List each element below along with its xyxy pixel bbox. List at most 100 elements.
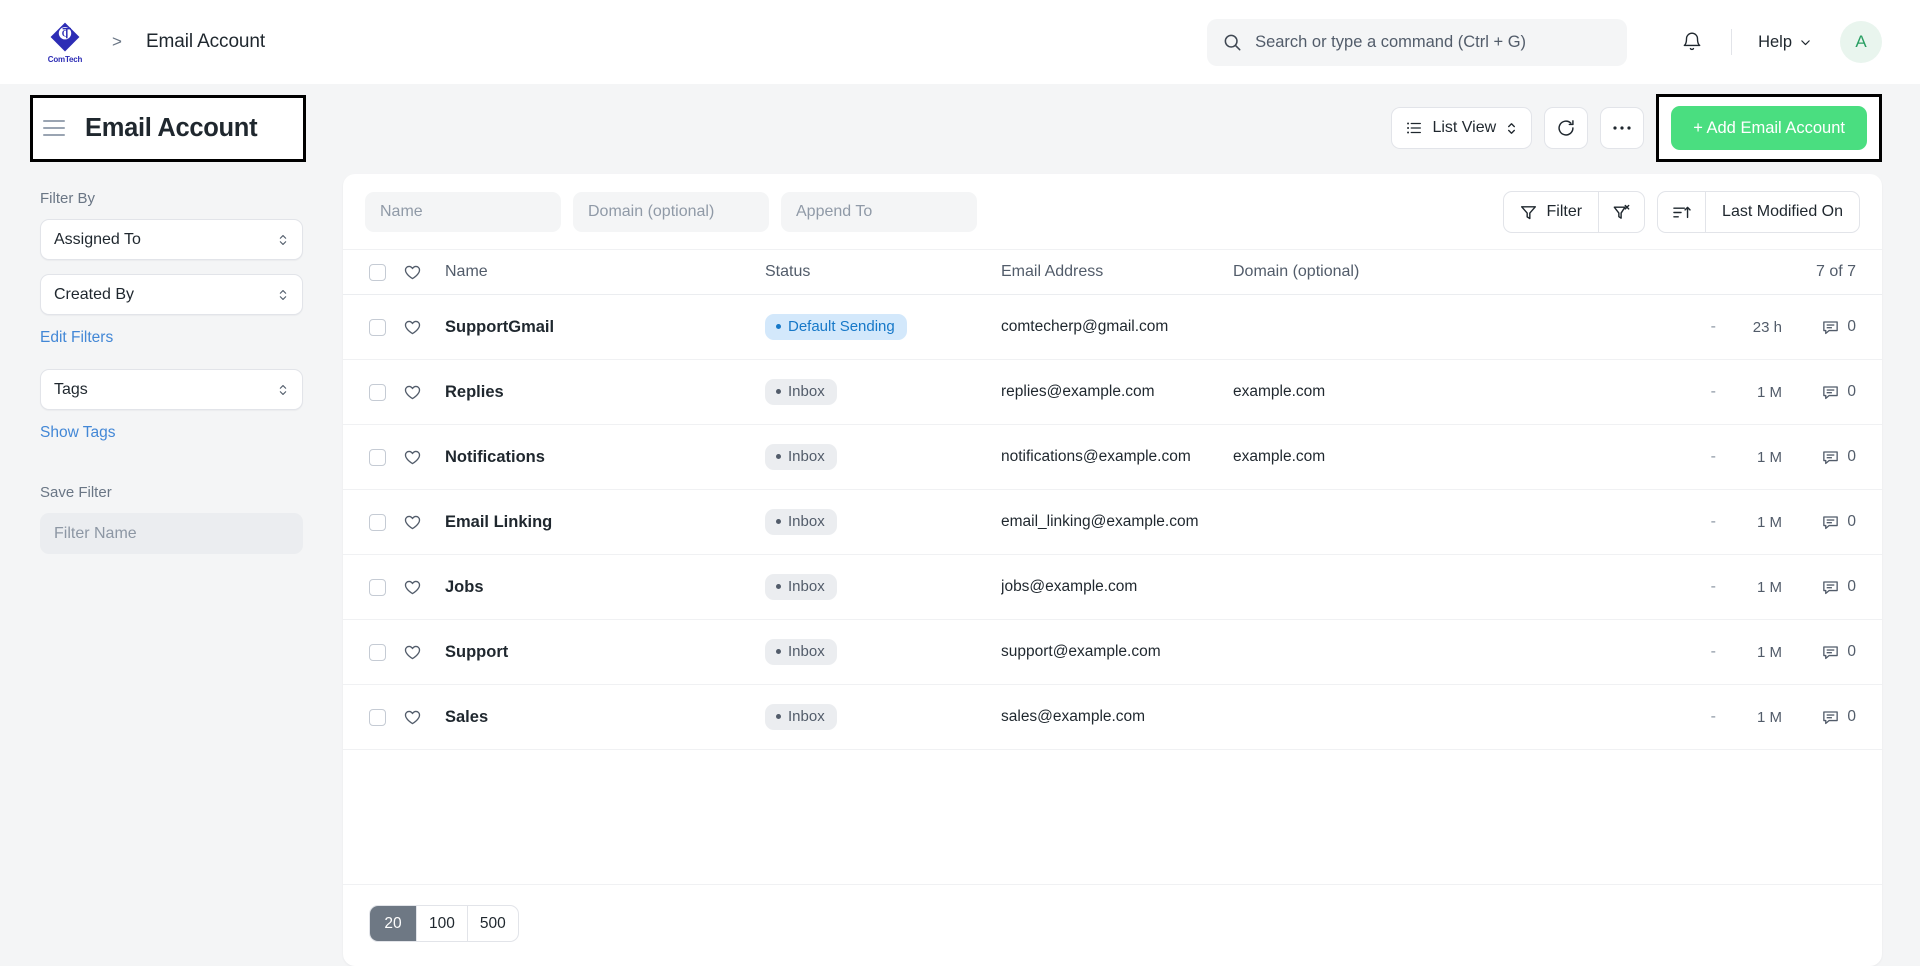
row-comments[interactable]: 0: [1782, 318, 1856, 337]
heart-icon[interactable]: [403, 448, 422, 467]
row-count: 7 of 7: [1815, 263, 1856, 280]
table-row[interactable]: Notifications Inbox notifications@example.…: [343, 425, 1882, 490]
row-select-cell[interactable]: [369, 513, 403, 531]
table-row[interactable]: Email Linking Inbox email_linking@example.…: [343, 490, 1882, 555]
clear-filter-button[interactable]: [1599, 192, 1644, 232]
app-logo[interactable]: C ComTech: [40, 15, 90, 69]
row-email-cell: sales@example.com: [1001, 708, 1233, 726]
breadcrumb-current[interactable]: Email Account: [146, 31, 265, 53]
help-label: Help: [1758, 32, 1792, 51]
row-comments[interactable]: 0: [1782, 383, 1856, 402]
name-header[interactable]: Name: [445, 263, 765, 281]
breadcrumb-separator: >: [112, 32, 122, 51]
row-email-cell: support@example.com: [1001, 643, 1233, 661]
heart-icon[interactable]: [403, 578, 422, 597]
avatar-initial: A: [1855, 32, 1867, 51]
row-name-cell[interactable]: Jobs: [445, 578, 765, 597]
filter-clear-icon: [1613, 204, 1630, 219]
heart-icon[interactable]: [403, 383, 422, 402]
row-comments[interactable]: 0: [1782, 448, 1856, 467]
more-options-button[interactable]: [1600, 107, 1645, 149]
row-name: Notifications: [445, 447, 545, 466]
row-checkbox[interactable]: [369, 448, 386, 466]
sort-field-label: Last Modified On: [1722, 203, 1843, 220]
user-avatar[interactable]: A: [1840, 21, 1882, 63]
status-header[interactable]: Status: [765, 263, 1001, 281]
domain-filter-input[interactable]: [573, 192, 769, 232]
filter-name-input[interactable]: [40, 513, 303, 554]
add-email-account-button[interactable]: + Add Email Account: [1671, 106, 1867, 150]
notifications-button[interactable]: [1671, 21, 1713, 63]
row-select-cell[interactable]: [369, 708, 403, 726]
heart-icon: [404, 265, 421, 279]
table-row[interactable]: SupportGmail Default Sending comtecherp@gm…: [343, 295, 1882, 360]
row-comments[interactable]: 0: [1782, 708, 1856, 727]
filter-button-group: Filter: [1503, 191, 1646, 233]
edit-filters-link[interactable]: Edit Filters: [40, 329, 113, 347]
select-all-cell[interactable]: [369, 263, 403, 281]
created-by-select[interactable]: Created By: [40, 274, 303, 315]
row-checkbox[interactable]: [369, 578, 386, 596]
bell-icon: [1683, 32, 1701, 51]
page-size-option[interactable]: 500: [468, 906, 518, 941]
row-comments[interactable]: 0: [1782, 513, 1856, 532]
row-checkbox[interactable]: [369, 513, 386, 531]
row-name-cell[interactable]: Replies: [445, 383, 765, 402]
row-select-cell[interactable]: [369, 448, 403, 466]
table-row[interactable]: Sales Inbox sales@example.com - 1 M 0: [343, 685, 1882, 750]
comment-icon: [1823, 710, 1839, 724]
append-to-filter-input[interactable]: [781, 192, 977, 232]
row-favorite-button[interactable]: [403, 448, 445, 467]
refresh-button[interactable]: [1544, 107, 1589, 149]
table-row[interactable]: Support Inbox support@example.com - 1 M 0: [343, 620, 1882, 685]
row-modified: 23 h: [1752, 318, 1782, 336]
row-checkbox[interactable]: [369, 708, 386, 726]
tags-select[interactable]: Tags: [40, 369, 303, 410]
row-assigned: -: [1710, 643, 1716, 660]
row-name-cell[interactable]: SupportGmail: [445, 318, 765, 337]
row-name: SupportGmail: [445, 317, 555, 336]
row-select-cell[interactable]: [369, 643, 403, 661]
heart-icon[interactable]: [403, 513, 422, 532]
table-row[interactable]: Jobs Inbox jobs@example.com - 1 M 0: [343, 555, 1882, 620]
row-name-cell[interactable]: Email Linking: [445, 513, 765, 532]
row-select-cell[interactable]: [369, 383, 403, 401]
row-name-cell[interactable]: Notifications: [445, 448, 765, 467]
heart-icon[interactable]: [403, 643, 422, 662]
row-checkbox[interactable]: [369, 643, 386, 661]
row-name-cell[interactable]: Sales: [445, 708, 765, 727]
assigned-to-select[interactable]: Assigned To: [40, 219, 303, 260]
heart-icon[interactable]: [403, 318, 422, 337]
page-size-option[interactable]: 100: [417, 906, 468, 941]
page-size-option[interactable]: 20: [370, 906, 417, 941]
row-select-cell[interactable]: [369, 318, 403, 336]
sidebar-toggle-icon[interactable]: [43, 120, 65, 136]
row-checkbox[interactable]: [369, 318, 386, 336]
row-favorite-button[interactable]: [403, 643, 445, 662]
name-filter-input[interactable]: [365, 192, 561, 232]
row-favorite-button[interactable]: [403, 383, 445, 402]
sort-direction-button[interactable]: [1658, 192, 1707, 232]
show-tags-link[interactable]: Show Tags: [40, 424, 116, 442]
global-search[interactable]: Search or type a command (Ctrl + G): [1207, 18, 1628, 66]
heart-icon[interactable]: [403, 708, 422, 727]
help-menu-button[interactable]: Help: [1750, 27, 1820, 58]
page-title-highlight[interactable]: Email Account: [30, 94, 307, 162]
row-favorite-button[interactable]: [403, 513, 445, 532]
row-favorite-button[interactable]: [403, 708, 445, 727]
row-favorite-button[interactable]: [403, 318, 445, 337]
list-view-switcher[interactable]: List View: [1391, 107, 1533, 149]
select-all-checkbox[interactable]: [369, 263, 386, 281]
email-header[interactable]: Email Address: [1001, 263, 1233, 281]
table-row[interactable]: Replies Inbox replies@example.com example.c…: [343, 360, 1882, 425]
row-comments[interactable]: 0: [1782, 578, 1856, 597]
sort-field-button[interactable]: Last Modified On: [1706, 192, 1859, 232]
row-name-cell[interactable]: Support: [445, 643, 765, 662]
row-select-cell[interactable]: [369, 578, 403, 596]
row-favorite-button[interactable]: [403, 578, 445, 597]
row-assigned: -: [1710, 708, 1716, 725]
filter-button[interactable]: Filter: [1504, 192, 1600, 232]
row-checkbox[interactable]: [369, 383, 386, 401]
row-comments[interactable]: 0: [1782, 643, 1856, 662]
domain-header[interactable]: Domain (optional): [1233, 263, 1483, 281]
